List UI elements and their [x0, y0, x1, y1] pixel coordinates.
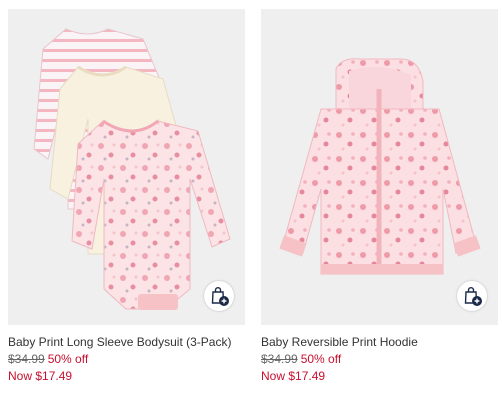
hoodie-illustration — [279, 58, 481, 275]
shopping-bag-plus-icon — [464, 287, 482, 306]
original-price: $34.99 — [8, 352, 45, 366]
product-image-bodysuit[interactable] — [8, 9, 245, 325]
add-to-bag-button[interactable] — [204, 281, 234, 311]
sale-price: Now $17.49 — [8, 369, 73, 383]
product-card-hoodie[interactable]: Baby Reversible Print Hoodie $34.99 50% o… — [261, 9, 498, 385]
product-name[interactable]: Baby Reversible Print Hoodie — [261, 334, 498, 351]
sale-price: Now $17.49 — [261, 369, 326, 383]
product-image-hoodie[interactable] — [261, 9, 498, 325]
add-to-bag-button[interactable] — [457, 281, 487, 311]
original-price: $34.99 — [261, 352, 298, 366]
discount-label: 50% off — [300, 352, 342, 366]
product-name[interactable]: Baby Print Long Sleeve Bodysuit (3-Pack) — [8, 334, 245, 351]
product-card-bodysuit[interactable]: Baby Print Long Sleeve Bodysuit (3-Pack)… — [8, 9, 245, 385]
shopping-bag-plus-icon — [211, 287, 229, 306]
discount-label: 50% off — [47, 352, 89, 366]
bodysuit-illustration — [33, 28, 231, 310]
